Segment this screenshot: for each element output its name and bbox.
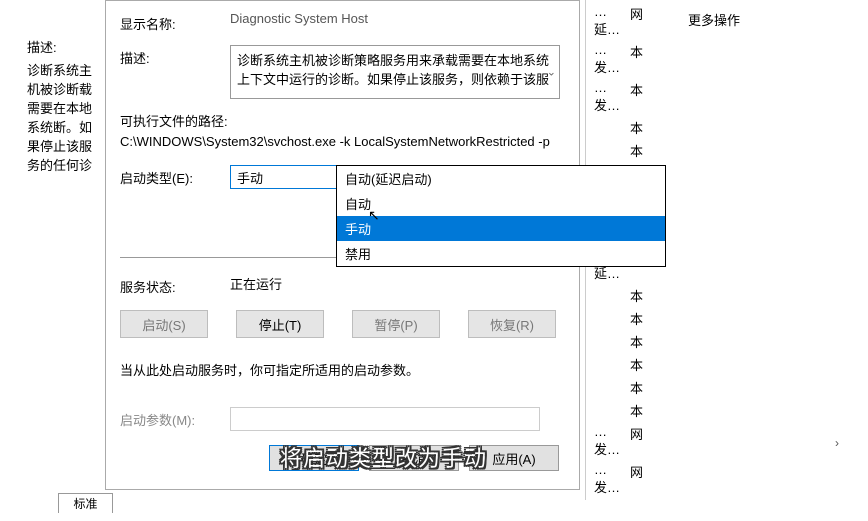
tab-standard[interactable]: 标准 <box>58 493 113 513</box>
more-actions-label[interactable]: 更多操作 <box>688 10 740 29</box>
list-item[interactable]: …发…网 <box>592 460 647 498</box>
display-name-row: 显示名称: Diagnostic System Host <box>120 11 565 33</box>
description-textbox[interactable]: 诊断系统主机被诊断策略服务用来承载需要在本地系统上下文中运行的诊断。如果停止该服… <box>230 45 560 99</box>
startup-type-dropdown[interactable]: 自动(延迟启动) 自动 手动 禁用 <box>336 165 666 267</box>
display-name-label: 显示名称: <box>120 11 230 33</box>
list-item[interactable]: 本 <box>592 399 647 422</box>
list-item[interactable]: …发…网 <box>592 422 647 460</box>
control-buttons: 启动(S) 停止(T) 暂停(P) 恢复(R) <box>120 310 565 338</box>
display-name-value: Diagnostic System Host <box>230 11 565 26</box>
list-item[interactable]: …发…本 <box>592 78 647 116</box>
description-row: 描述: 诊断系统主机被诊断策略服务用来承载需要在本地系统上下文中运行的诊断。如果… <box>120 45 565 99</box>
start-button[interactable]: 启动(S) <box>120 310 208 338</box>
status-value: 正在运行 <box>230 274 282 293</box>
left-description-panel: 描述: 诊断系统主机被诊断载需要在本地系统断。如果停止该服务的任何诊 <box>27 37 95 174</box>
executable-path-value: C:\WINDOWS\System32\svchost.exe -k Local… <box>120 134 565 149</box>
resume-button[interactable]: 恢复(R) <box>468 310 556 338</box>
stop-button[interactable]: 停止(T) <box>236 310 324 338</box>
dropdown-item-disabled[interactable]: 禁用 <box>337 241 665 266</box>
executable-path-label: 可执行文件的路径: <box>120 111 565 130</box>
pause-button[interactable]: 暂停(P) <box>352 310 440 338</box>
video-caption: 将启动类型改为手动 <box>280 441 487 473</box>
description-label: 描述: <box>120 45 230 67</box>
list-item[interactable]: 本 <box>592 376 647 399</box>
desc-text: 诊断系统主机被诊断载需要在本地系统断。如果停止该服务的任何诊 <box>27 60 95 174</box>
executable-path-row: 可执行文件的路径: C:\WINDOWS\System32\svchost.ex… <box>120 111 565 149</box>
scroll-indicator[interactable]: ⌄ <box>547 66 556 79</box>
dropdown-item-auto-delayed[interactable]: 自动(延迟启动) <box>337 166 665 191</box>
start-params-row: 启动参数(M): <box>120 407 565 431</box>
list-item[interactable]: 本 <box>592 116 647 139</box>
hint-text: 当从此处启动服务时，你可指定所适用的启动参数。 <box>120 360 565 379</box>
service-properties-dialog: 显示名称: Diagnostic System Host 描述: 诊断系统主机被… <box>105 0 580 490</box>
start-params-label: 启动参数(M): <box>120 410 230 429</box>
dropdown-item-auto[interactable]: 自动 <box>337 191 665 216</box>
list-item[interactable]: 本 <box>592 353 647 376</box>
desc-label: 描述: <box>27 37 95 56</box>
list-item[interactable]: …延…网 <box>592 498 647 500</box>
chevron-right-icon[interactable]: › <box>835 436 839 450</box>
dropdown-item-manual[interactable]: 手动 <box>337 216 665 241</box>
list-item[interactable]: 本 <box>592 139 647 162</box>
status-row: 服务状态: 正在运行 <box>120 274 565 296</box>
status-label: 服务状态: <box>120 274 230 296</box>
description-text: 诊断系统主机被诊断策略服务用来承载需要在本地系统上下文中运行的诊断。如果停止该服… <box>237 53 549 87</box>
list-item[interactable]: 本 <box>592 307 647 330</box>
list-item[interactable]: …延…网 <box>592 2 647 40</box>
list-item[interactable]: 本 <box>592 284 647 307</box>
start-params-input[interactable] <box>230 407 540 431</box>
cursor-icon: ↖ <box>368 207 380 224</box>
startup-type-label: 启动类型(E): <box>120 165 230 187</box>
list-item[interactable]: …发…本 <box>592 40 647 78</box>
list-item[interactable]: 本 <box>592 330 647 353</box>
startup-type-selected: 手动 <box>237 168 263 187</box>
